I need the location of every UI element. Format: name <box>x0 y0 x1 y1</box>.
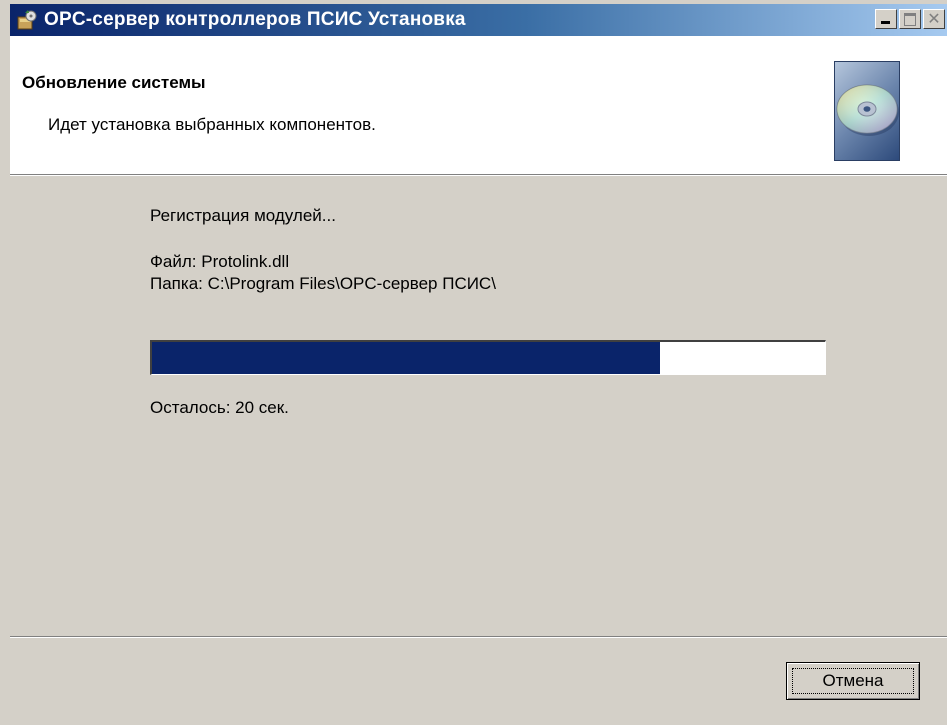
time-remaining-label: Осталось: 20 сек. <box>150 398 289 417</box>
footer-divider-highlight <box>10 637 947 638</box>
header-banner <box>10 36 947 174</box>
progress-bar-fill <box>152 342 661 374</box>
window-controls: ✕ <box>873 9 945 29</box>
minimize-button[interactable] <box>875 9 897 29</box>
page-subtitle: Идет установка выбранных компонентов. <box>48 115 376 134</box>
window-title: OPC-сервер контроллеров ПСИС Установка <box>44 9 466 30</box>
current-file-label: Файл: Protolink.dll <box>150 252 290 271</box>
page-title: Обновление системы <box>22 73 206 92</box>
close-icon: ✕ <box>927 9 941 28</box>
installer-window: OPC-сервер контроллеров ПСИС Установка ✕… <box>0 0 947 725</box>
current-folder-label: Папка: C:\Program Files\OPC-сервер ПСИС\ <box>150 274 496 293</box>
title-bar[interactable]: OPC-сервер контроллеров ПСИС Установка ✕ <box>10 4 947 36</box>
header-divider-highlight <box>10 175 947 176</box>
maximize-button[interactable] <box>899 9 921 29</box>
cd-disc-icon <box>834 61 900 161</box>
cancel-button[interactable]: Отмена <box>786 662 920 700</box>
cancel-button-label: Отмена <box>792 668 914 694</box>
close-button[interactable]: ✕ <box>923 9 945 29</box>
install-progress-bar <box>150 340 826 375</box>
status-message: Регистрация модулей... <box>150 206 336 225</box>
installer-app-icon <box>16 9 38 31</box>
